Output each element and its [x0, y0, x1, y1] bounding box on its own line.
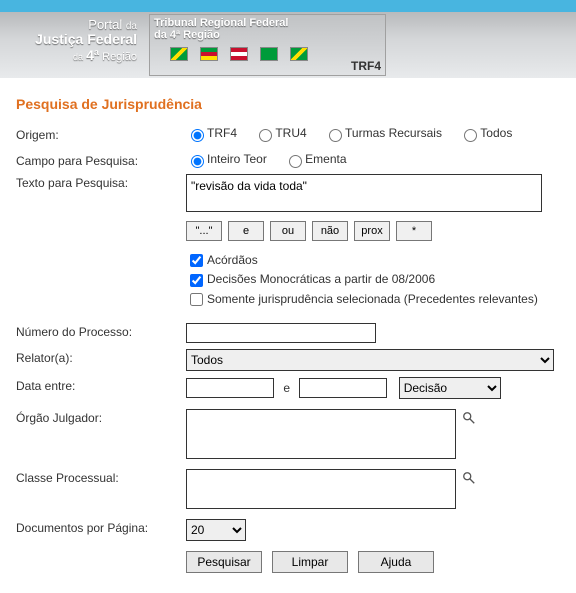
tribunal-line1: Tribunal Regional Federal [154, 17, 288, 29]
origem-option-turmas[interactable]: Turmas Recursais [324, 126, 442, 140]
check-acordaos[interactable]: Acórdãos [186, 251, 560, 270]
classe-processual-input[interactable] [186, 469, 456, 509]
trf4-label: TRF4 [351, 59, 381, 73]
op-or-button[interactable]: ou [270, 221, 306, 241]
flags-row [170, 47, 308, 61]
checkbox-acordaos[interactable] [190, 254, 203, 267]
campo-radio-inteiro[interactable] [191, 155, 204, 168]
origem-option-tru4[interactable]: TRU4 [254, 126, 306, 140]
data-tipo-select[interactable]: Decisão [399, 377, 501, 399]
texto-pesquisa-input[interactable]: "revisão da vida toda" [186, 174, 542, 212]
magnifier-icon[interactable] [462, 471, 476, 485]
filter-checkboxes: Acórdãos Decisões Monocráticas a partir … [186, 251, 560, 309]
origem-option-trf4[interactable]: TRF4 [186, 126, 237, 140]
texto-pesquisa-label: Texto para Pesquisa: [16, 174, 186, 190]
origem-radio-trf4[interactable] [191, 129, 204, 142]
orgao-julgador-input[interactable] [186, 409, 456, 459]
portal-text-3b: 4ª [86, 47, 99, 63]
tribunal-banner: Tribunal Regional Federal da 4ª Região T… [149, 14, 386, 76]
origem-radio-group: TRF4 TRU4 Turmas Recursais Todos [186, 126, 560, 142]
orgao-julgador-label: Órgão Julgador: [16, 409, 186, 425]
campo-option-ementa[interactable]: Ementa [284, 152, 346, 166]
flag-icon [200, 47, 218, 61]
relator-select[interactable]: Todos [186, 349, 554, 371]
campo-option-inteiro[interactable]: Inteiro Teor [186, 152, 267, 166]
origem-radio-tru4[interactable] [259, 129, 272, 142]
portal-text-2: Justiça Federal [8, 32, 137, 47]
search-form: Pesquisa de Jurisprudência Origem: TRF4 … [0, 78, 576, 583]
data-e-label: e [283, 381, 290, 395]
data-fim-input[interactable] [299, 378, 387, 398]
relator-label: Relator(a): [16, 349, 186, 365]
op-quote-button[interactable]: "..." [186, 221, 222, 241]
origem-radio-todos[interactable] [464, 129, 477, 142]
classe-processual-label: Classe Processual: [16, 469, 186, 485]
pesquisar-button[interactable]: Pesquisar [186, 551, 262, 573]
check-somente[interactable]: Somente jurisprudência selecionada (Prec… [186, 290, 560, 309]
op-prox-button[interactable]: prox [354, 221, 390, 241]
op-star-button[interactable]: * [396, 221, 432, 241]
checkbox-somente[interactable] [190, 293, 203, 306]
limpar-button[interactable]: Limpar [272, 551, 348, 573]
ajuda-button[interactable]: Ajuda [358, 551, 434, 573]
portal-text-3c: Região [102, 51, 137, 63]
op-and-button[interactable]: e [228, 221, 264, 241]
data-entre-label: Data entre: [16, 377, 186, 393]
docs-pagina-select[interactable]: 20 [186, 519, 246, 541]
origem-option-todos[interactable]: Todos [459, 126, 512, 140]
check-decisoes[interactable]: Decisões Monocráticas a partir de 08/200… [186, 270, 560, 289]
numero-processo-input[interactable] [186, 323, 376, 343]
campo-pesquisa-label: Campo para Pesquisa: [16, 152, 186, 168]
campo-radio-ementa[interactable] [289, 155, 302, 168]
flag-icon [230, 47, 248, 61]
flag-icon [170, 47, 188, 61]
flag-icon [290, 47, 308, 61]
data-inicio-input[interactable] [186, 378, 274, 398]
header-banner: Portal da Justiça Federal da 4ª Região T… [0, 12, 576, 78]
checkbox-decisoes[interactable] [190, 274, 203, 287]
docs-pagina-label: Documentos por Página: [16, 519, 186, 535]
portal-text-3a: da [73, 52, 83, 62]
magnifier-icon[interactable] [462, 411, 476, 425]
origem-radio-turmas[interactable] [329, 129, 342, 142]
page-title: Pesquisa de Jurisprudência [16, 96, 560, 112]
operator-buttons: "..." e ou não prox * [186, 221, 560, 241]
portal-logo: Portal da Justiça Federal da 4ª Região [0, 12, 145, 78]
action-buttons: Pesquisar Limpar Ajuda [186, 551, 560, 573]
campo-pesquisa-radio-group: Inteiro Teor Ementa [186, 152, 560, 168]
op-not-button[interactable]: não [312, 221, 348, 241]
origem-label: Origem: [16, 126, 186, 142]
top-bar [0, 0, 576, 12]
flag-icon [260, 47, 278, 61]
portal-text-1: Portal [88, 17, 122, 32]
numero-processo-label: Número do Processo: [16, 323, 186, 339]
tribunal-line2: da 4ª Região [154, 29, 288, 41]
